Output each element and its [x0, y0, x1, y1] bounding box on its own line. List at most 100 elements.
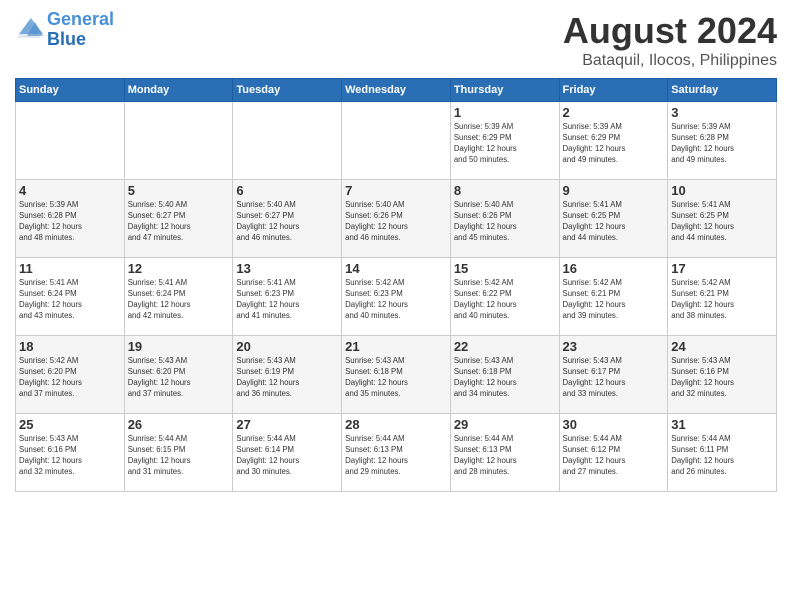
calendar-cell: 28Sunrise: 5:44 AM Sunset: 6:13 PM Dayli…	[342, 414, 451, 492]
calendar-cell: 11 Sunrise: 5:41 AM Sunset: 6:24 PM Dayli…	[16, 258, 125, 336]
calendar-cell: 13 Sunrise: 5:41 AM Sunset: 6:23 PM Dayli…	[233, 258, 342, 336]
day-info: Sunrise: 5:43 AM Sunset: 6:16 PM Dayligh…	[671, 356, 773, 400]
day-info: Sunrise: 5:43 AM Sunset: 6:20 PM Dayligh…	[128, 356, 230, 400]
day-number: 13	[236, 261, 338, 276]
day-info: Sunrise: 5:44 AM Sunset: 6:15 PM Dayligh…	[128, 434, 230, 478]
calendar-cell: 26Sunrise: 5:44 AM Sunset: 6:15 PM Dayli…	[124, 414, 233, 492]
day-info: Sunrise: 5:41 AM Sunset: 6:23 PM Dayligh…	[236, 278, 338, 322]
day-number: 6	[236, 183, 338, 198]
weekday-header-saturday: Saturday	[668, 79, 777, 102]
day-info: Sunrise: 5:44 AM Sunset: 6:14 PM Dayligh…	[236, 434, 338, 478]
calendar-cell: 27 Sunrise: 5:44 AM Sunset: 6:14 PM Dayli…	[233, 414, 342, 492]
calendar-cell: 12 Sunrise: 5:41 AM Sunset: 6:24 PM Dayli…	[124, 258, 233, 336]
day-info: Sunrise: 5:43 AM Sunset: 6:19 PM Dayligh…	[236, 356, 338, 400]
day-info: Sunrise: 5:44 AM Sunset: 6:11 PM Dayligh…	[671, 434, 773, 478]
day-number: 9	[563, 183, 665, 198]
calendar-week-3: 11 Sunrise: 5:41 AM Sunset: 6:24 PM Dayli…	[16, 258, 777, 336]
weekday-header-tuesday: Tuesday	[233, 79, 342, 102]
day-number: 24	[671, 339, 773, 354]
day-number: 27	[236, 417, 338, 432]
day-number: 12	[128, 261, 230, 276]
calendar-cell: 17Sunrise: 5:42 AM Sunset: 6:21 PM Dayli…	[668, 258, 777, 336]
calendar-cell: 22 Sunrise: 5:43 AM Sunset: 6:18 PM Dayli…	[450, 336, 559, 414]
day-info: Sunrise: 5:43 AM Sunset: 6:18 PM Dayligh…	[345, 356, 447, 400]
page-container: General Blue August 2024 Bataquil, Iloco…	[0, 0, 792, 612]
calendar-week-4: 18 Sunrise: 5:42 AM Sunset: 6:20 PM Dayli…	[16, 336, 777, 414]
calendar-cell: 1Sunrise: 5:39 AM Sunset: 6:29 PM Daylig…	[450, 102, 559, 180]
day-number: 8	[454, 183, 556, 198]
day-info: Sunrise: 5:39 AM Sunset: 6:29 PM Dayligh…	[454, 122, 556, 166]
calendar-cell: 25 Sunrise: 5:43 AM Sunset: 6:16 PM Dayli…	[16, 414, 125, 492]
calendar-week-2: 4Sunrise: 5:39 AM Sunset: 6:28 PM Daylig…	[16, 180, 777, 258]
day-info: Sunrise: 5:39 AM Sunset: 6:29 PM Dayligh…	[563, 122, 665, 166]
day-info: Sunrise: 5:39 AM Sunset: 6:28 PM Dayligh…	[19, 200, 121, 244]
calendar-cell: 5Sunrise: 5:40 AM Sunset: 6:27 PM Daylig…	[124, 180, 233, 258]
weekday-header-wednesday: Wednesday	[342, 79, 451, 102]
calendar-cell: 30Sunrise: 5:44 AM Sunset: 6:12 PM Dayli…	[559, 414, 668, 492]
day-info: Sunrise: 5:41 AM Sunset: 6:24 PM Dayligh…	[128, 278, 230, 322]
calendar-body: 1Sunrise: 5:39 AM Sunset: 6:29 PM Daylig…	[16, 102, 777, 492]
day-info: Sunrise: 5:40 AM Sunset: 6:27 PM Dayligh…	[236, 200, 338, 244]
header: General Blue August 2024 Bataquil, Iloco…	[15, 10, 777, 70]
day-number: 29	[454, 417, 556, 432]
day-number: 11	[19, 261, 121, 276]
calendar-cell: 15 Sunrise: 5:42 AM Sunset: 6:22 PM Dayli…	[450, 258, 559, 336]
day-info: Sunrise: 5:43 AM Sunset: 6:17 PM Dayligh…	[563, 356, 665, 400]
day-number: 20	[236, 339, 338, 354]
calendar-cell: 21 Sunrise: 5:43 AM Sunset: 6:18 PM Dayli…	[342, 336, 451, 414]
calendar-table: SundayMondayTuesdayWednesdayThursdayFrid…	[15, 78, 777, 492]
logo-text: General Blue	[47, 10, 114, 50]
day-info: Sunrise: 5:42 AM Sunset: 6:22 PM Dayligh…	[454, 278, 556, 322]
calendar-cell: 16 Sunrise: 5:42 AM Sunset: 6:21 PM Dayli…	[559, 258, 668, 336]
day-number: 21	[345, 339, 447, 354]
calendar-cell: 10Sunrise: 5:41 AM Sunset: 6:25 PM Dayli…	[668, 180, 777, 258]
day-info: Sunrise: 5:41 AM Sunset: 6:25 PM Dayligh…	[671, 200, 773, 244]
calendar-header: SundayMondayTuesdayWednesdayThursdayFrid…	[16, 79, 777, 102]
day-number: 19	[128, 339, 230, 354]
day-number: 31	[671, 417, 773, 432]
day-info: Sunrise: 5:42 AM Sunset: 6:21 PM Dayligh…	[563, 278, 665, 322]
day-info: Sunrise: 5:40 AM Sunset: 6:27 PM Dayligh…	[128, 200, 230, 244]
day-info: Sunrise: 5:41 AM Sunset: 6:25 PM Dayligh…	[563, 200, 665, 244]
calendar-cell: 20 Sunrise: 5:43 AM Sunset: 6:19 PM Dayli…	[233, 336, 342, 414]
day-info: Sunrise: 5:43 AM Sunset: 6:16 PM Dayligh…	[19, 434, 121, 478]
calendar-cell: 23 Sunrise: 5:43 AM Sunset: 6:17 PM Dayli…	[559, 336, 668, 414]
day-info: Sunrise: 5:44 AM Sunset: 6:13 PM Dayligh…	[345, 434, 447, 478]
calendar-cell: 3 Sunrise: 5:39 AM Sunset: 6:28 PM Daylig…	[668, 102, 777, 180]
calendar-cell: 18 Sunrise: 5:42 AM Sunset: 6:20 PM Dayli…	[16, 336, 125, 414]
logo-icon	[15, 16, 43, 44]
day-number: 2	[563, 105, 665, 120]
calendar-cell: 31 Sunrise: 5:44 AM Sunset: 6:11 PM Dayli…	[668, 414, 777, 492]
calendar-cell: 9 Sunrise: 5:41 AM Sunset: 6:25 PM Daylig…	[559, 180, 668, 258]
calendar-cell: 29Sunrise: 5:44 AM Sunset: 6:13 PM Dayli…	[450, 414, 559, 492]
day-info: Sunrise: 5:40 AM Sunset: 6:26 PM Dayligh…	[454, 200, 556, 244]
calendar-cell	[233, 102, 342, 180]
day-number: 3	[671, 105, 773, 120]
day-number: 23	[563, 339, 665, 354]
day-info: Sunrise: 5:42 AM Sunset: 6:20 PM Dayligh…	[19, 356, 121, 400]
day-number: 17	[671, 261, 773, 276]
calendar-cell	[342, 102, 451, 180]
weekday-header-row: SundayMondayTuesdayWednesdayThursdayFrid…	[16, 79, 777, 102]
main-title: August 2024	[563, 10, 777, 52]
day-info: Sunrise: 5:44 AM Sunset: 6:12 PM Dayligh…	[563, 434, 665, 478]
title-block: August 2024 Bataquil, Ilocos, Philippine…	[563, 10, 777, 70]
day-number: 15	[454, 261, 556, 276]
day-info: Sunrise: 5:43 AM Sunset: 6:18 PM Dayligh…	[454, 356, 556, 400]
calendar-cell: 8 Sunrise: 5:40 AM Sunset: 6:26 PM Daylig…	[450, 180, 559, 258]
logo-blue: Blue	[47, 29, 86, 49]
day-number: 14	[345, 261, 447, 276]
day-number: 22	[454, 339, 556, 354]
calendar-cell: 19 Sunrise: 5:43 AM Sunset: 6:20 PM Dayli…	[124, 336, 233, 414]
calendar-cell: 7Sunrise: 5:40 AM Sunset: 6:26 PM Daylig…	[342, 180, 451, 258]
day-number: 25	[19, 417, 121, 432]
day-info: Sunrise: 5:40 AM Sunset: 6:26 PM Dayligh…	[345, 200, 447, 244]
day-number: 18	[19, 339, 121, 354]
day-info: Sunrise: 5:39 AM Sunset: 6:28 PM Dayligh…	[671, 122, 773, 166]
day-info: Sunrise: 5:41 AM Sunset: 6:24 PM Dayligh…	[19, 278, 121, 322]
logo: General Blue	[15, 10, 114, 50]
day-info: Sunrise: 5:42 AM Sunset: 6:23 PM Dayligh…	[345, 278, 447, 322]
weekday-header-thursday: Thursday	[450, 79, 559, 102]
calendar-week-5: 25 Sunrise: 5:43 AM Sunset: 6:16 PM Dayli…	[16, 414, 777, 492]
day-number: 16	[563, 261, 665, 276]
